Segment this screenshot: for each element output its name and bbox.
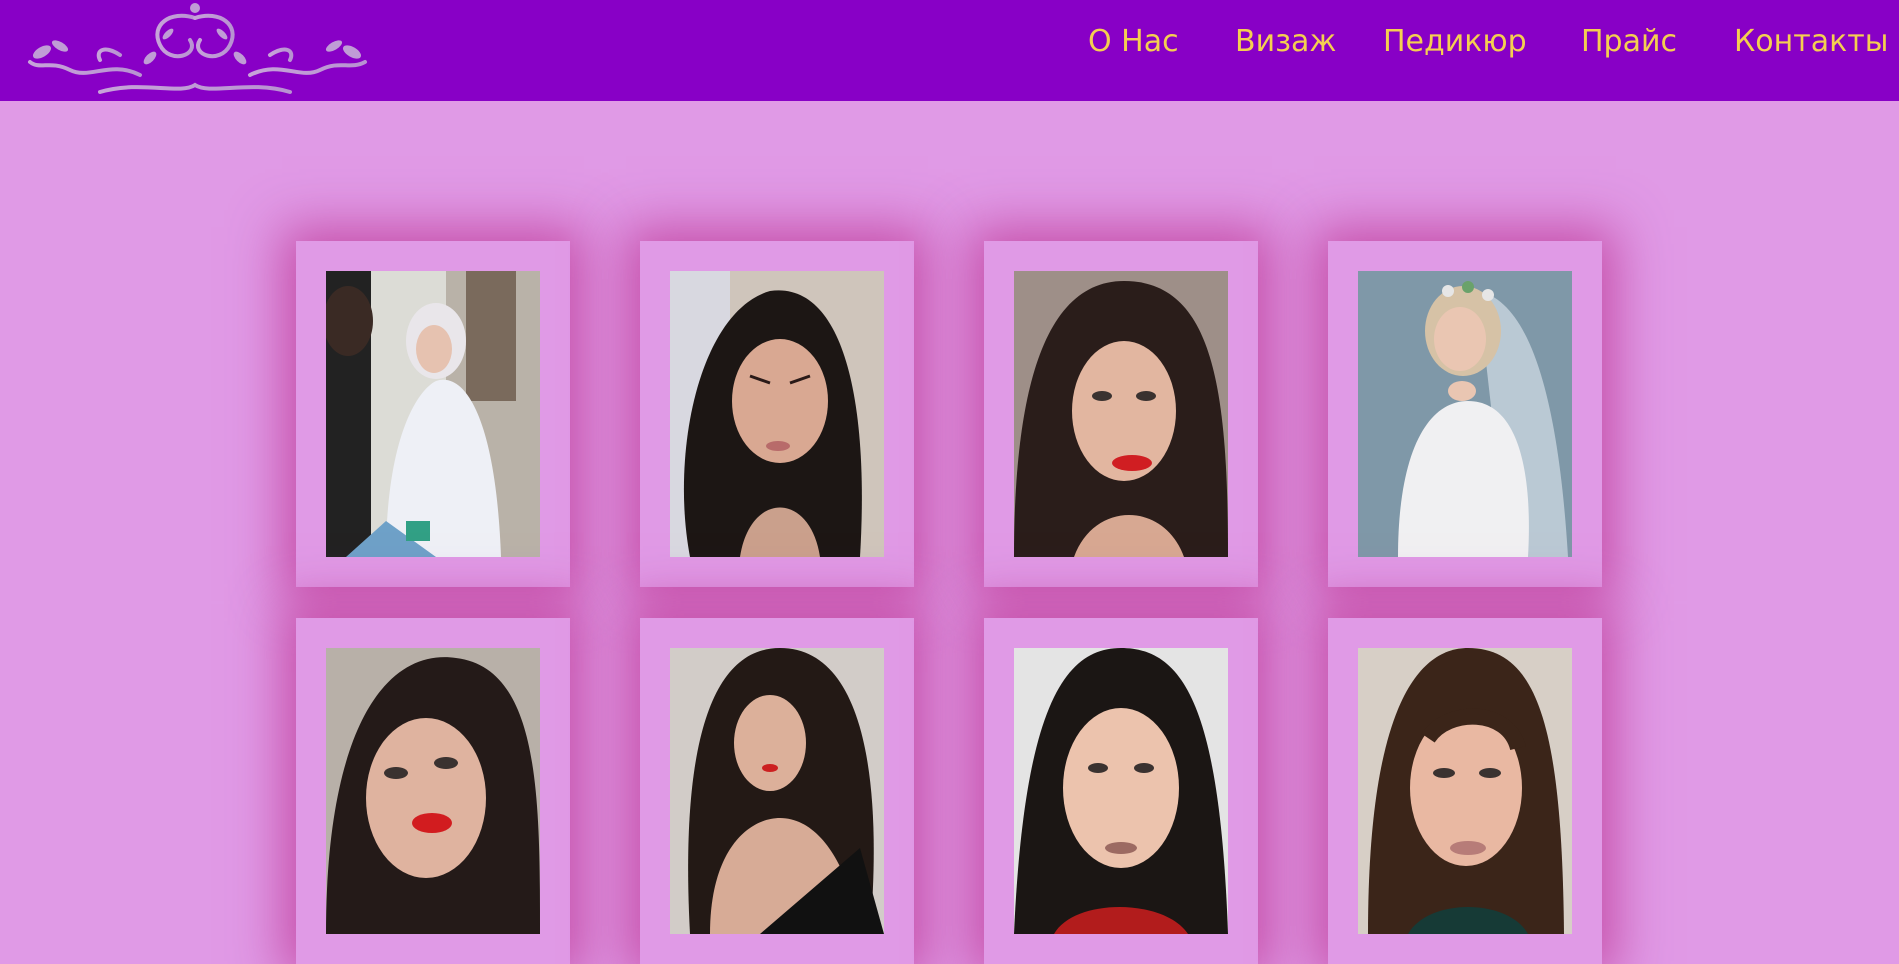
- red-lips-closeup-photo[interactable]: [326, 648, 540, 934]
- gallery-item[interactable]: [296, 241, 570, 587]
- nav-link-makeup[interactable]: Визаж: [1235, 24, 1336, 59]
- gallery-item[interactable]: [640, 241, 914, 587]
- dark-hair-portrait-photo[interactable]: [670, 271, 884, 557]
- gallery-item[interactable]: [640, 618, 914, 964]
- nav-link-about[interactable]: О Нас: [1088, 24, 1179, 59]
- nude-lips-portrait-photo[interactable]: [1358, 648, 1572, 934]
- gallery-item[interactable]: [1328, 241, 1602, 587]
- nav-link-pedicure[interactable]: Педикюр: [1383, 24, 1527, 59]
- gallery-item[interactable]: [1328, 618, 1602, 964]
- nav-link-price[interactable]: Прайс: [1581, 24, 1677, 59]
- top-navigation-bar: О Нас Визаж Педикюр Прайс Контакты: [0, 0, 1899, 101]
- gallery-item[interactable]: [984, 618, 1258, 964]
- natural-makeup-portrait-photo[interactable]: [1014, 648, 1228, 934]
- makeup-artist-bride-photo[interactable]: [326, 271, 540, 557]
- gallery-item[interactable]: [984, 241, 1258, 587]
- bride-veil-portrait-photo[interactable]: [1358, 271, 1572, 557]
- black-dress-portrait-photo[interactable]: [670, 648, 884, 934]
- red-lips-portrait-photo[interactable]: [1014, 271, 1228, 557]
- photo-gallery: [0, 101, 1899, 964]
- floral-ornament-icon[interactable]: [0, 0, 395, 101]
- nav-link-contacts[interactable]: Контакты: [1734, 24, 1888, 59]
- gallery-item[interactable]: [296, 618, 570, 964]
